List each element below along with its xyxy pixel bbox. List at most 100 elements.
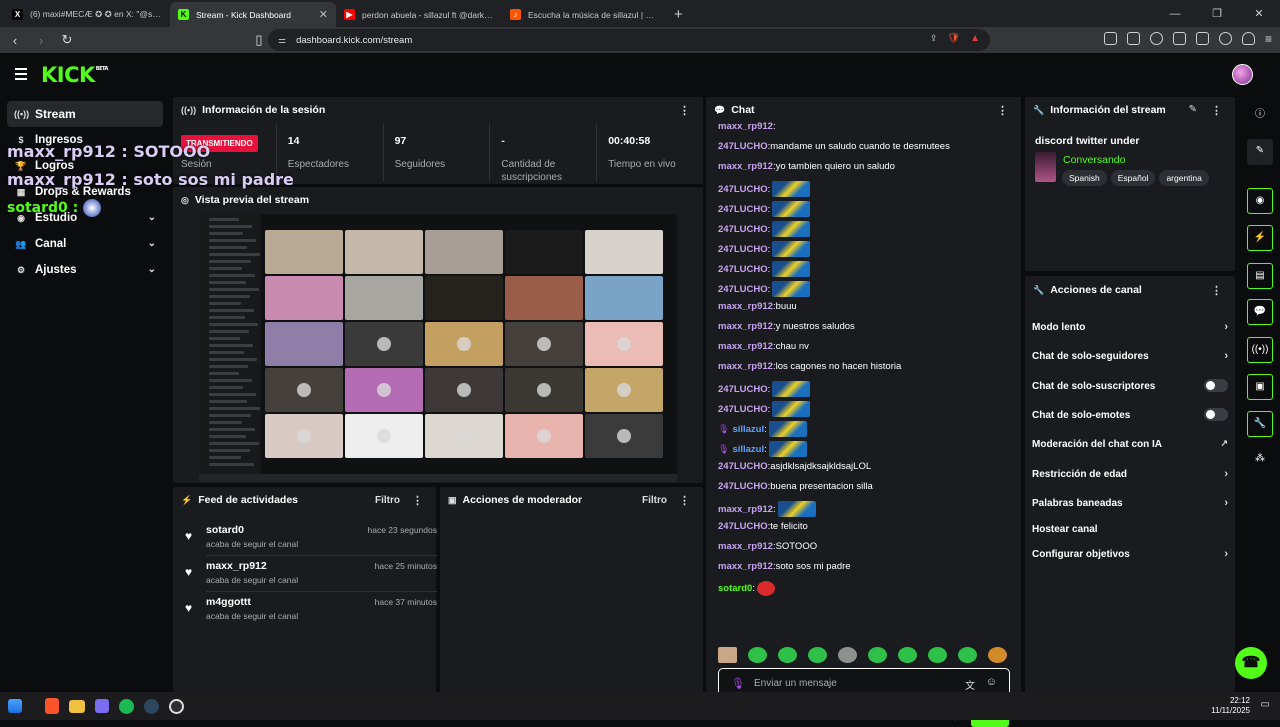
- chat-username[interactable]: 247LUCHO: [718, 384, 768, 395]
- reload-icon[interactable]: ↻: [56, 32, 78, 48]
- menu-icon[interactable]: ≡: [1265, 32, 1272, 46]
- obs-icon[interactable]: [169, 698, 184, 714]
- camera-icon[interactable]: ◉: [1247, 188, 1273, 214]
- bookmark-icon[interactable]: ▯: [248, 32, 270, 48]
- chat-username[interactable]: maxx_rp912: [718, 301, 773, 312]
- emote-icon[interactable]: [838, 647, 857, 663]
- hamburger-menu-icon[interactable]: [15, 68, 27, 83]
- channel-action-chat-de-solo-seguidores[interactable]: Chat de solo-seguidores ›: [1032, 350, 1228, 362]
- restore-icon[interactable]: ❐: [1196, 7, 1238, 20]
- chat-username[interactable]: maxx_rp912: [718, 541, 773, 552]
- shield-icon[interactable]: ▣: [1247, 374, 1273, 400]
- chat-username[interactable]: 247LUCHO: [718, 481, 768, 492]
- feed-username[interactable]: sotard0: [206, 524, 244, 536]
- sidebar-item-stream[interactable]: ((•)) Stream: [7, 101, 163, 127]
- share-icon[interactable]: ⇪: [930, 33, 938, 44]
- stream-tag[interactable]: Spanish: [1062, 170, 1107, 186]
- chat-username[interactable]: sillazul: [732, 424, 764, 435]
- browser-tab[interactable]: X (6) maxi#MECÆ ✪ ✪ en X: "@ssillazul: [4, 2, 170, 27]
- channel-action-restricci-n-de-edad[interactable]: Restricción de edad ›: [1032, 468, 1228, 480]
- chat-username[interactable]: 247LUCHO: [718, 461, 768, 472]
- channel-action-chat-de-solo-emotes[interactable]: Chat de solo-emotes: [1032, 408, 1228, 421]
- chat-username[interactable]: maxx_rp912: [718, 321, 773, 332]
- channel-action-hostear-canal[interactable]: Hostear canal: [1032, 524, 1228, 535]
- chat-username[interactable]: 247LUCHO: [718, 521, 768, 532]
- emote-icon[interactable]: [928, 647, 947, 663]
- chat-username[interactable]: maxx_rp912: [718, 504, 773, 515]
- sidebar-item-ajustes[interactable]: ⚙ Ajustes ⌄: [0, 257, 170, 283]
- chat-username[interactable]: maxx_rp912: [718, 121, 773, 132]
- close-tab-icon[interactable]: ✕: [319, 8, 328, 21]
- address-bar[interactable]: ⚌ dashboard.kick.com/stream ⇪ 🛡 ▲: [268, 29, 990, 51]
- document-icon[interactable]: ▤: [1247, 263, 1273, 289]
- more-options-icon[interactable]: ⋮: [1211, 104, 1222, 117]
- user-avatar[interactable]: [1232, 64, 1253, 85]
- emote-icon[interactable]: [898, 647, 917, 663]
- close-window-icon[interactable]: ✕: [1238, 7, 1280, 20]
- sidebar-item-canal[interactable]: 👥 Canal ⌄: [0, 231, 170, 257]
- more-options-icon[interactable]: ⋮: [997, 104, 1008, 117]
- chat-username[interactable]: sillazul: [732, 444, 764, 455]
- notifications-icon[interactable]: ▭: [1261, 699, 1270, 710]
- app-icon[interactable]: [95, 699, 109, 713]
- chat-username[interactable]: 247LUCHO: [718, 264, 768, 275]
- browser-tab[interactable]: ♪ Escucha la música de sillazul | Disfrut…: [502, 2, 668, 27]
- emote-icon[interactable]: [748, 647, 767, 663]
- spotify-icon[interactable]: [119, 698, 134, 714]
- chat-username[interactable]: maxx_rp912: [718, 361, 773, 372]
- chat-username[interactable]: maxx_rp912: [718, 161, 773, 172]
- share-nodes-icon[interactable]: ⁂: [1247, 447, 1273, 473]
- chat-username[interactable]: 247LUCHO: [718, 224, 768, 235]
- more-options-icon[interactable]: ⋮: [412, 494, 423, 507]
- back-icon[interactable]: ‹: [4, 33, 26, 48]
- channel-action-configurar-objetivos[interactable]: Configurar objetivos ›: [1032, 548, 1228, 560]
- chat-username[interactable]: maxx_rp912: [718, 561, 773, 572]
- system-clock[interactable]: 22:12 11/11/2025: [1211, 696, 1250, 716]
- channel-action-chat-de-solo-suscriptores[interactable]: Chat de solo-suscriptores: [1032, 379, 1228, 392]
- screenshot-icon[interactable]: [1126, 32, 1140, 45]
- more-options-icon[interactable]: ⋮: [679, 494, 690, 507]
- chat-username[interactable]: maxx_rp912: [718, 341, 773, 352]
- chat-username[interactable]: sotard0: [718, 583, 752, 594]
- chat-icon[interactable]: 💬: [1247, 299, 1273, 325]
- site-info-icon[interactable]: ⚌: [278, 35, 286, 46]
- edit-icon[interactable]: ✎: [1247, 139, 1273, 165]
- extensions-icon[interactable]: [1103, 32, 1117, 45]
- category-name[interactable]: Conversando: [1063, 154, 1125, 166]
- chat-username[interactable]: 247LUCHO: [718, 184, 768, 195]
- forward-icon[interactable]: ›: [30, 33, 52, 48]
- emoji-icon[interactable]: ☺: [986, 676, 997, 688]
- emote-icon[interactable]: [778, 647, 797, 663]
- wrench-icon[interactable]: 🔧: [1247, 411, 1273, 437]
- feed-username[interactable]: maxx_rp912: [206, 560, 267, 572]
- chat-username[interactable]: 247LUCHO: [718, 244, 768, 255]
- channel-action-palabras-baneadas[interactable]: Palabras baneadas ›: [1032, 497, 1228, 509]
- feed-filter-button[interactable]: Filtro: [375, 495, 400, 506]
- chat-username[interactable]: 247LUCHO: [718, 141, 768, 152]
- emote-icon[interactable]: [718, 647, 737, 663]
- mod-filter-button[interactable]: Filtro: [642, 495, 667, 506]
- more-options-icon[interactable]: ⋮: [679, 104, 690, 117]
- emote-icon[interactable]: [808, 647, 827, 663]
- channel-action-moderaci-n-del-chat-con-ia[interactable]: Moderación del chat con IA ↗: [1032, 438, 1228, 450]
- file-explorer-icon[interactable]: [69, 699, 85, 713]
- brave-browser-icon[interactable]: [45, 698, 59, 714]
- new-tab-button[interactable]: +: [674, 6, 683, 23]
- info-icon[interactable]: ⓘ: [1247, 103, 1273, 129]
- brave-rewards-icon[interactable]: ▲: [970, 33, 980, 44]
- emote-icon[interactable]: [868, 647, 887, 663]
- vpn-icon[interactable]: [1241, 32, 1255, 45]
- toggle-switch[interactable]: [1204, 379, 1228, 392]
- browser-tab[interactable]: ▶ perdon abuela - sillazul ft @darkiiiRg: [336, 2, 502, 27]
- emote-icon[interactable]: [958, 647, 977, 663]
- browser-tab[interactable]: K Stream - Kick Dashboard ✕: [170, 2, 336, 27]
- stream-preview-video[interactable]: [199, 214, 677, 482]
- more-options-icon[interactable]: ⋮: [1211, 284, 1222, 297]
- lightning-icon[interactable]: ⚡: [1247, 225, 1273, 251]
- chat-username[interactable]: 247LUCHO: [718, 284, 768, 295]
- chat-username[interactable]: 247LUCHO: [718, 404, 768, 415]
- sidebar-icon[interactable]: [1172, 32, 1186, 45]
- emote-icon[interactable]: [988, 647, 1007, 663]
- support-chat-button[interactable]: ☎: [1235, 647, 1267, 679]
- wallet-icon[interactable]: [1195, 32, 1209, 45]
